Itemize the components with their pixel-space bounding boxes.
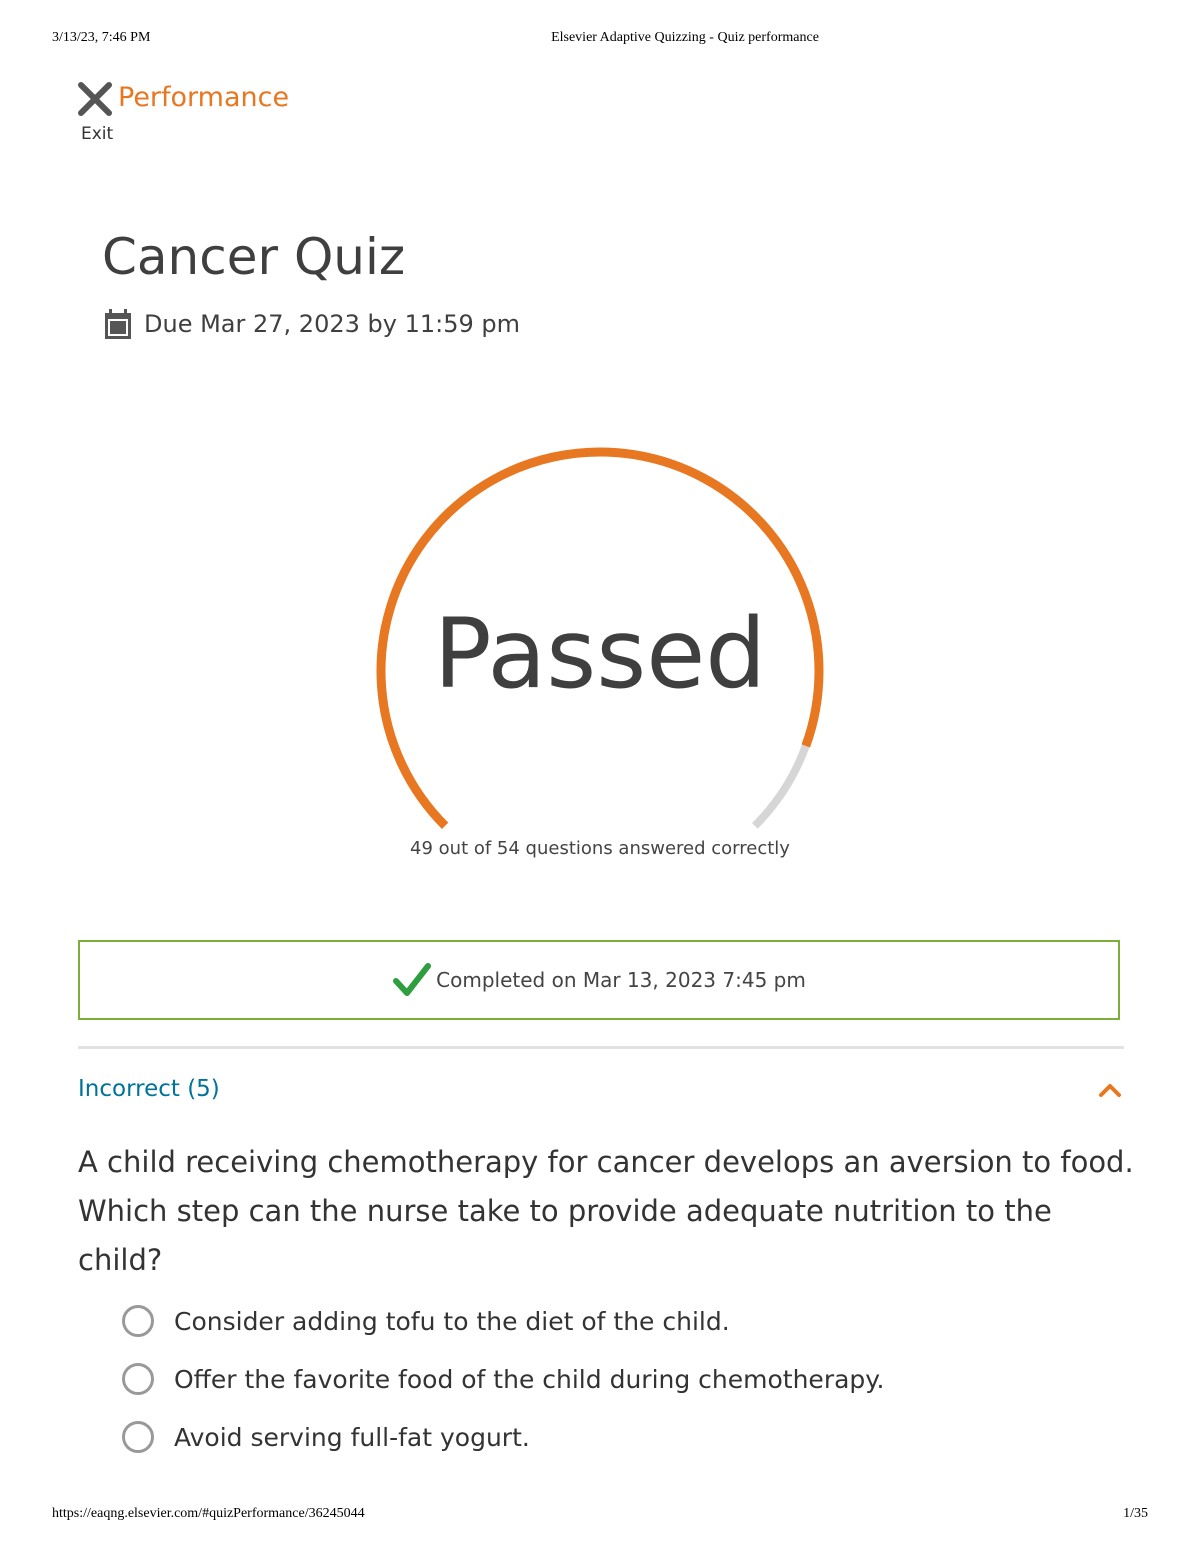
answer-options: Consider adding tofu to the diet of the … [122,1292,884,1466]
completion-banner: Completed on Mar 13, 2023 7:45 pm [78,940,1120,1020]
chevron-up-icon [1099,1084,1121,1097]
print-url: https://eaqng.elsevier.com/#quizPerforma… [52,1506,365,1521]
page-title: Performance [118,82,290,113]
option-label: Avoid serving full-fat yogurt. [174,1422,530,1452]
due-text: Due Mar 27, 2023 by 11:59 pm [144,310,520,338]
score-caption: 49 out of 54 questions answered correctl… [410,838,790,859]
incorrect-section-toggle[interactable]: Incorrect (5) [78,1070,1124,1110]
completion-text: Completed on Mar 13, 2023 7:45 pm [436,968,806,992]
option-label: Consider adding tofu to the diet of the … [174,1306,730,1336]
result-status: Passed [433,598,767,710]
print-header: 3/13/23, 7:46 PM Elsevier Adaptive Quizz… [0,30,1200,50]
section-divider [78,1046,1124,1049]
calendar-icon [105,309,131,339]
close-icon [78,82,112,116]
radio-circle-icon[interactable] [122,1305,154,1337]
exit-label: Exit [81,124,114,144]
due-date: Due Mar 27, 2023 by 11:59 pm [104,308,520,340]
radio-circle-icon[interactable] [122,1421,154,1453]
gauge-track [752,744,810,829]
quiz-title: Cancer Quiz [102,228,406,286]
answer-option[interactable]: Offer the favorite food of the child dur… [122,1350,884,1408]
radio-circle-icon[interactable] [122,1363,154,1395]
print-footer: https://eaqng.elsevier.com/#quizPerforma… [0,1506,1200,1526]
score-gauge: Passed 49 out of 54 questions answered c… [0,430,1200,890]
checkmark-icon [393,963,432,996]
answer-option[interactable]: Consider adding tofu to the diet of the … [122,1292,884,1350]
print-page-number: 1/35 [1123,1506,1148,1521]
question-text: A child receiving chemotherapy for cance… [78,1145,1134,1277]
section-label: Incorrect (5) [78,1076,220,1102]
print-page-title: Elsevier Adaptive Quizzing - Quiz perfor… [551,30,819,45]
answer-option[interactable]: Avoid serving full-fat yogurt. [122,1408,884,1466]
exit-button[interactable]: Exit [76,74,116,144]
option-label: Offer the favorite food of the child dur… [174,1364,885,1394]
